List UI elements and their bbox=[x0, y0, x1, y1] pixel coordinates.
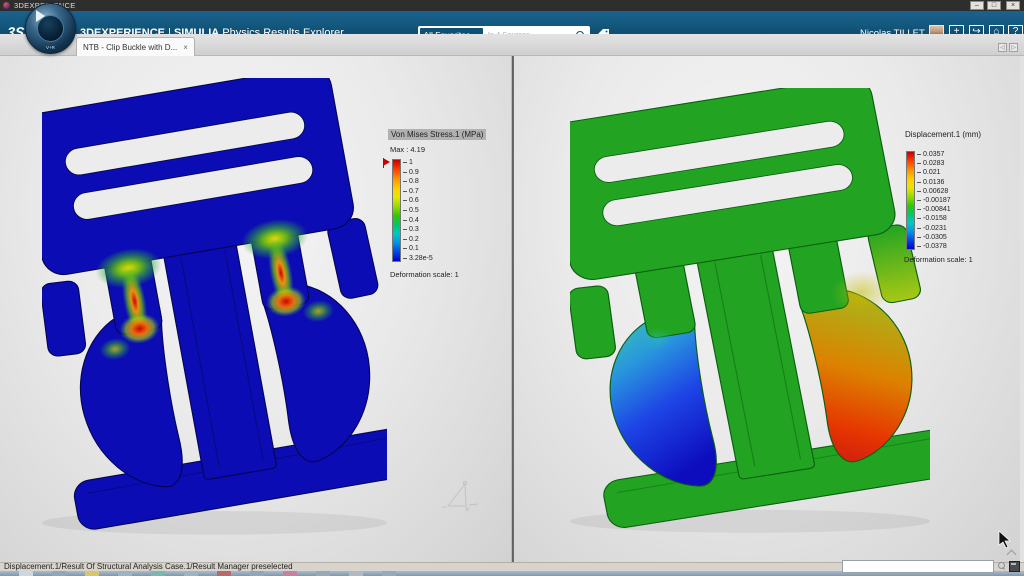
legend-tick: 0.0283 bbox=[917, 160, 951, 167]
application-window: 3DEXPERIENCE – □ × 3S 3DEXPERIENCE | SIM… bbox=[0, 0, 1024, 576]
legend-tick: -0.00841 bbox=[917, 206, 951, 213]
legend-tick: 1 bbox=[403, 159, 433, 166]
minimize-button[interactable]: – bbox=[970, 1, 984, 10]
color-scale-bar[interactable] bbox=[392, 159, 401, 262]
os-title-bar[interactable]: 3DEXPERIENCE – □ × bbox=[0, 0, 1024, 11]
legend-tick: -0.0158 bbox=[917, 215, 951, 222]
taskbar-icon[interactable] bbox=[349, 571, 363, 576]
status-message: Displacement.1/Result Of Structural Anal… bbox=[4, 562, 293, 571]
legend-tick: 0.3 bbox=[403, 226, 433, 233]
restore-button[interactable]: □ bbox=[987, 1, 1001, 10]
legend-ticks: 1 0.9 0.8 0.7 0.6 0.5 0.4 0.3 0.2 0.1 3.28e-5 bbox=[403, 159, 433, 262]
tab-close-icon[interactable]: × bbox=[183, 43, 188, 52]
status-window-icon[interactable] bbox=[1009, 561, 1020, 572]
legend-tick: 0.7 bbox=[403, 188, 433, 195]
legend-tick: 0.2 bbox=[403, 236, 433, 243]
legend-tick: 0.1 bbox=[403, 245, 433, 252]
legend-ticks: 0.0357 0.0283 0.021 0.0136 0.00628 -0.00187 -0… bbox=[917, 151, 951, 250]
legend-tick: 0.0357 bbox=[917, 151, 951, 158]
legend-tick: 0.4 bbox=[403, 217, 433, 224]
legend-tick: 0.00628 bbox=[917, 188, 951, 195]
close-button[interactable]: × bbox=[1006, 1, 1020, 10]
viewport-von-mises[interactable]: Von Mises Stress.1 (MPa) Max : 4.19 1 0.9… bbox=[0, 56, 511, 563]
viewport-displacement[interactable]: Displacement.1 (mm) 0.03570.02830.0210.0… bbox=[514, 56, 1021, 563]
max-marker-flag-icon[interactable] bbox=[383, 158, 390, 166]
legend-title-von-mises[interactable]: Von Mises Stress.1 (MPa) bbox=[388, 129, 486, 140]
legend-max-value: Max : 4.19 bbox=[390, 145, 486, 154]
legend-tick: 0.021 bbox=[917, 169, 951, 176]
taskbar-icon[interactable] bbox=[250, 571, 264, 576]
tab-scroll-left[interactable]: ◁ bbox=[998, 43, 1007, 52]
mouse-cursor bbox=[998, 531, 1012, 549]
legend-tick: 3.28e-5 bbox=[403, 255, 433, 262]
model-clip-buckle-displacement[interactable] bbox=[570, 88, 930, 538]
taskbar-icon[interactable] bbox=[19, 571, 33, 576]
legend-tick: 0.9 bbox=[403, 169, 433, 176]
taskbar-icon[interactable] bbox=[52, 571, 66, 576]
legend-tick: 0.6 bbox=[403, 197, 433, 204]
compass-label: V+R bbox=[26, 45, 75, 50]
max-marker-stem bbox=[383, 158, 384, 168]
play-icon[interactable] bbox=[36, 10, 45, 22]
model-clip-buckle-stress[interactable] bbox=[42, 78, 387, 540]
legend-tick: 0.0136 bbox=[917, 179, 951, 186]
tab-clip-buckle[interactable]: NTB - Clip Buckle with D... × bbox=[76, 37, 195, 57]
viewport-divider[interactable] bbox=[511, 56, 514, 563]
deformation-scale-label: Deformation scale: 1 bbox=[904, 255, 984, 264]
status-search-icon[interactable] bbox=[998, 562, 1005, 569]
legend-tick: -0.00187 bbox=[917, 197, 951, 204]
taskbar-icon[interactable] bbox=[217, 571, 231, 576]
taskbar-icon[interactable] bbox=[316, 571, 330, 576]
legend-title-displacement[interactable]: Displacement.1 (mm) bbox=[902, 129, 984, 140]
app-icon bbox=[3, 2, 10, 9]
color-scale-bar[interactable] bbox=[906, 151, 915, 250]
legend-tick: -0.0231 bbox=[917, 225, 951, 232]
legend-displacement: Displacement.1 (mm) 0.03570.02830.0210.0… bbox=[902, 124, 984, 264]
3d-compass[interactable]: V+R bbox=[25, 3, 76, 54]
app-header: 3S 3DEXPERIENCE | SIMULIA Physics Result… bbox=[0, 11, 1024, 34]
window-edge bbox=[1020, 56, 1024, 563]
tab-bar: NTB - Clip Buckle with D... × ◁ ▷ bbox=[0, 34, 1024, 56]
legend-tick: 0.5 bbox=[403, 207, 433, 214]
legend-von-mises: Von Mises Stress.1 (MPa) Max : 4.19 1 0.9… bbox=[388, 124, 486, 279]
taskbar-icon[interactable] bbox=[283, 571, 297, 576]
taskbar-icon[interactable] bbox=[184, 571, 198, 576]
tab-label: NTB - Clip Buckle with D... bbox=[83, 43, 177, 52]
taskbar-icon[interactable] bbox=[151, 571, 165, 576]
legend-tick: -0.0378 bbox=[917, 243, 951, 250]
legend-tick: 0.8 bbox=[403, 178, 433, 185]
taskbar-icon[interactable] bbox=[382, 571, 396, 576]
tab-scroll-right[interactable]: ▷ bbox=[1009, 43, 1018, 52]
legend-tick: -0.0305 bbox=[917, 234, 951, 241]
deformation-scale-label: Deformation scale: 1 bbox=[390, 270, 486, 279]
taskbar-icon[interactable] bbox=[118, 571, 132, 576]
command-input[interactable] bbox=[842, 560, 994, 573]
taskbar-icon[interactable] bbox=[85, 571, 99, 576]
robot-ghost-icon[interactable] bbox=[438, 476, 482, 516]
